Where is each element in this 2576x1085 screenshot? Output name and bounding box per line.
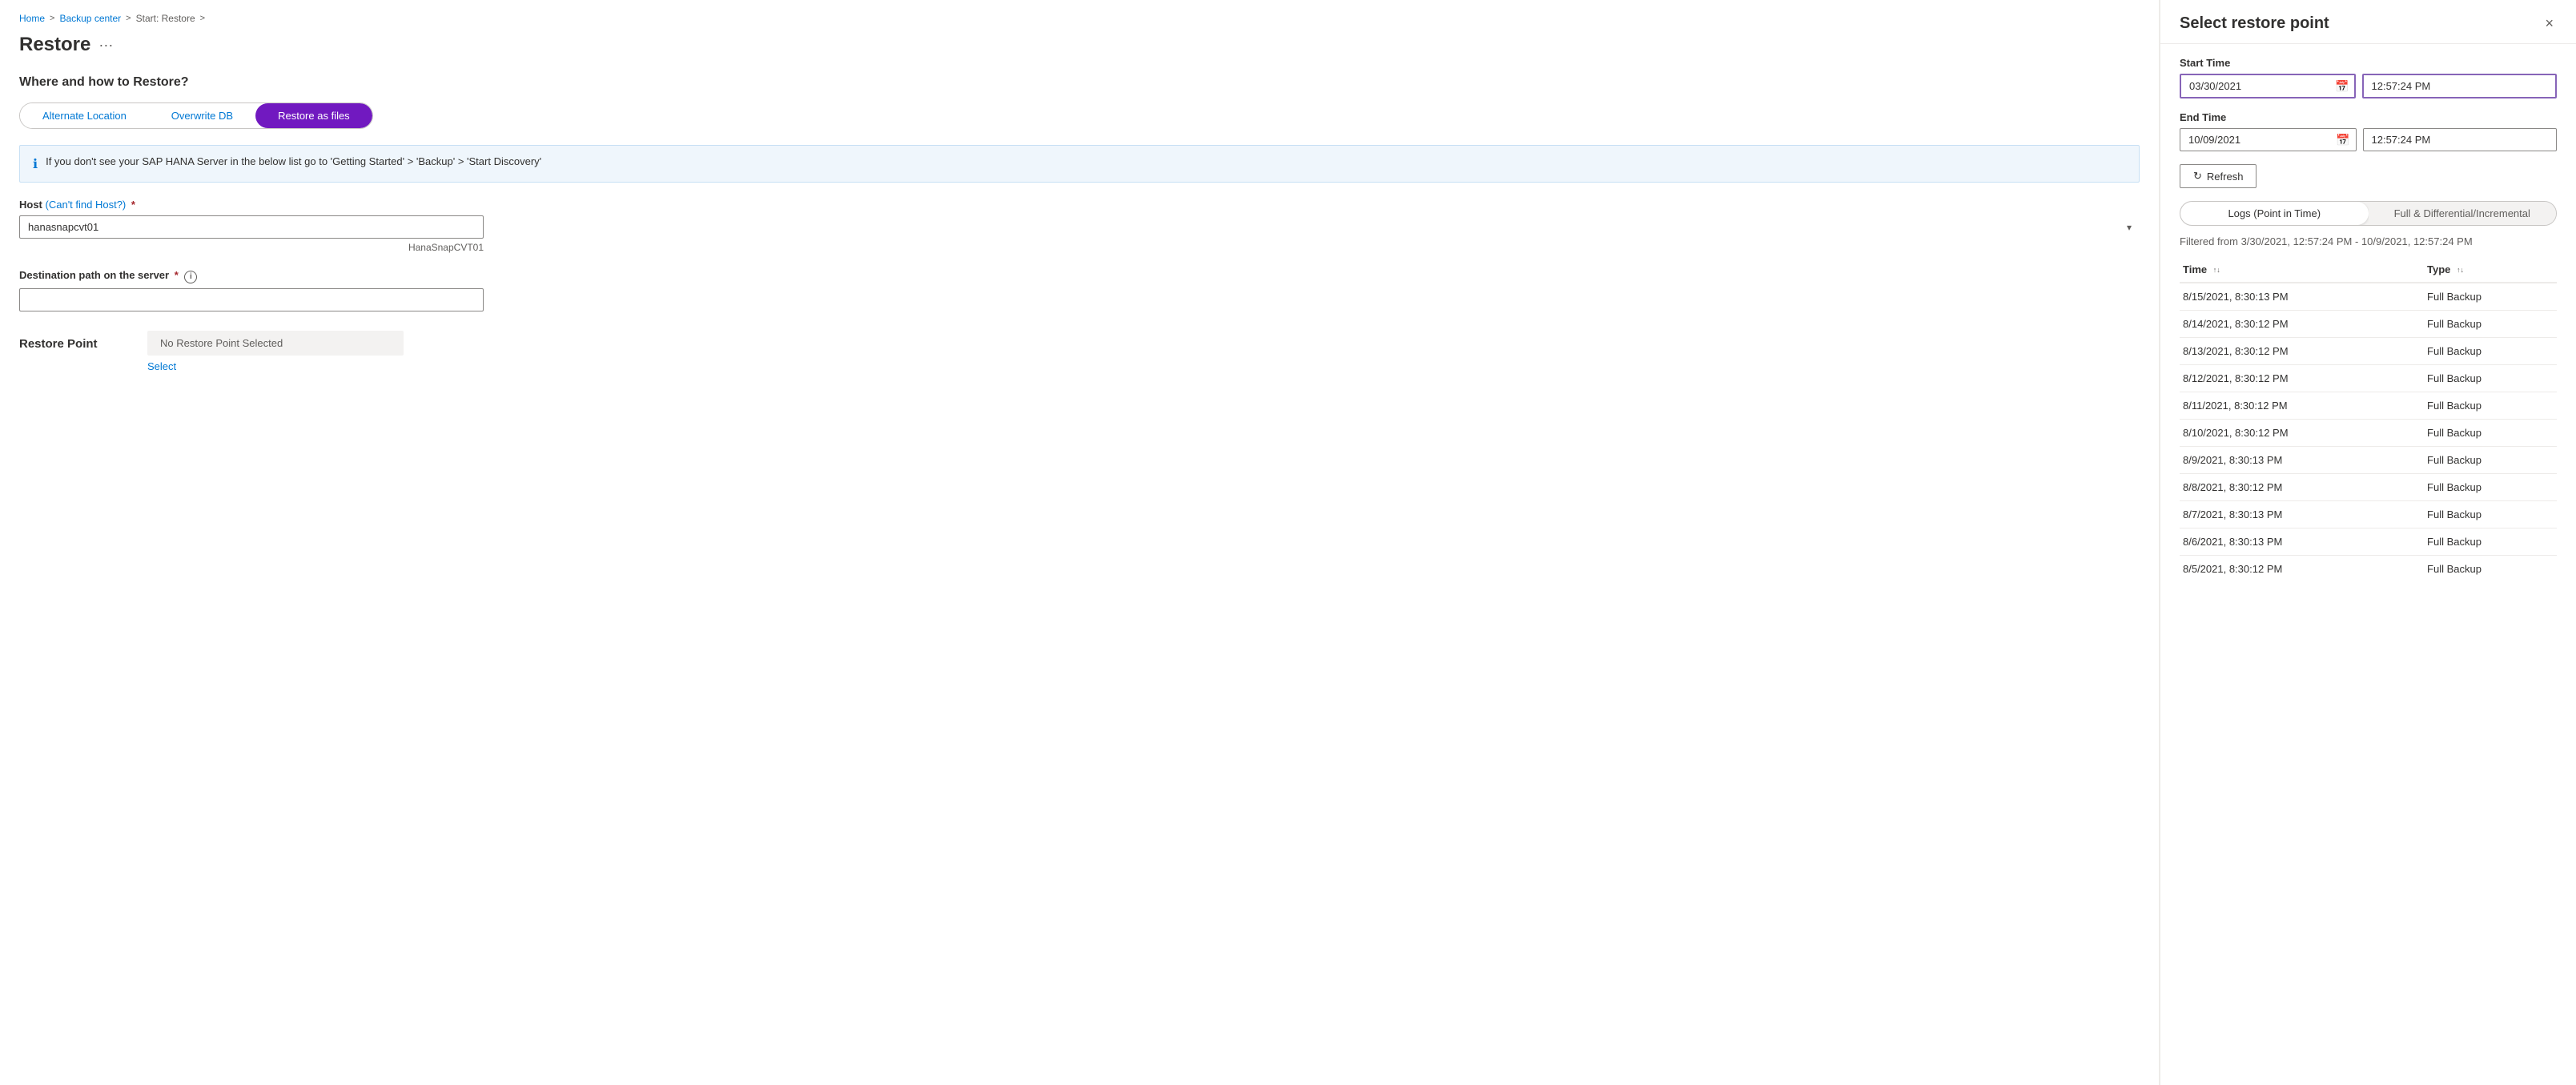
cell-type: Full Backup <box>2424 283 2557 311</box>
end-date-wrap: 📅 <box>2180 128 2357 151</box>
end-time-row: 📅 <box>2180 128 2557 151</box>
cell-time: 8/9/2021, 8:30:13 PM <box>2180 447 2424 474</box>
cell-type: Full Backup <box>2424 338 2557 365</box>
section-title: Where and how to Restore? <box>19 75 2140 90</box>
destination-required-indicator: * <box>175 269 179 281</box>
restore-point-value-group: No Restore Point Selected Select <box>147 331 404 372</box>
table-row[interactable]: 8/8/2021, 8:30:12 PMFull Backup <box>2180 474 2557 501</box>
right-panel-header: Select restore point × <box>2160 0 2576 44</box>
end-time-section: End Time 📅 <box>2180 111 2557 151</box>
host-field-group: Host (Can't find Host?) * hanasnapcvt01 … <box>19 199 2140 253</box>
start-time-row: 📅 <box>2180 74 2557 98</box>
tab-restore-as-files[interactable]: Restore as files <box>255 103 372 128</box>
cell-type: Full Backup <box>2424 392 2557 420</box>
right-panel: Select restore point × Start Time 📅 End … <box>2160 0 2576 1085</box>
cell-time: 8/13/2021, 8:30:12 PM <box>2180 338 2424 365</box>
info-text: If you don't see your SAP HANA Server in… <box>46 155 541 167</box>
col-type[interactable]: Type ↑↓ <box>2424 257 2557 283</box>
cell-time: 8/15/2021, 8:30:13 PM <box>2180 283 2424 311</box>
table-row[interactable]: 8/15/2021, 8:30:13 PMFull Backup <box>2180 283 2557 311</box>
breadcrumb-sep-1: > <box>50 14 54 23</box>
cell-time: 8/12/2021, 8:30:12 PM <box>2180 365 2424 392</box>
breadcrumb-current: Start: Restore <box>136 13 195 24</box>
start-date-input[interactable] <box>2180 74 2356 98</box>
cell-type: Full Backup <box>2424 528 2557 556</box>
host-dropdown[interactable]: hanasnapcvt01 <box>19 215 484 239</box>
cell-type: Full Backup <box>2424 365 2557 392</box>
table-row[interactable]: 8/14/2021, 8:30:12 PMFull Backup <box>2180 311 2557 338</box>
breadcrumb-sep-3: > <box>200 14 205 23</box>
tab-group: Alternate Location Overwrite DB Restore … <box>19 102 373 129</box>
cant-find-host-link[interactable]: (Can't find Host?) <box>46 199 127 211</box>
destination-info-icon[interactable]: i <box>184 271 197 283</box>
cell-type: Full Backup <box>2424 311 2557 338</box>
restore-point-label: Restore Point <box>19 331 131 351</box>
cell-type: Full Backup <box>2424 474 2557 501</box>
breadcrumb-sep-2: > <box>126 14 131 23</box>
cell-time: 8/6/2021, 8:30:13 PM <box>2180 528 2424 556</box>
table-row[interactable]: 8/7/2021, 8:30:13 PMFull Backup <box>2180 501 2557 528</box>
end-time-input[interactable] <box>2363 128 2558 151</box>
table-row[interactable]: 8/5/2021, 8:30:12 PMFull Backup <box>2180 556 2557 583</box>
table-row[interactable]: 8/6/2021, 8:30:13 PMFull Backup <box>2180 528 2557 556</box>
table-row[interactable]: 8/13/2021, 8:30:12 PMFull Backup <box>2180 338 2557 365</box>
restore-point-section: Restore Point No Restore Point Selected … <box>19 331 2140 372</box>
page-title-menu[interactable]: ··· <box>98 37 113 54</box>
destination-input[interactable] <box>19 288 484 311</box>
toggle-full[interactable]: Full & Differential/Incremental <box>2369 202 2557 225</box>
host-required-indicator: * <box>131 199 135 211</box>
cell-time: 8/5/2021, 8:30:12 PM <box>2180 556 2424 583</box>
restore-points-table: Time ↑↓ Type ↑↓ 8/15/2021, 8:30:13 PMFul… <box>2180 257 2557 582</box>
table-row[interactable]: 8/10/2021, 8:30:12 PMFull Backup <box>2180 420 2557 447</box>
cell-time: 8/8/2021, 8:30:12 PM <box>2180 474 2424 501</box>
dropdown-arrow-icon: ▾ <box>2127 222 2132 233</box>
info-icon: ℹ <box>33 156 38 172</box>
cell-time: 8/11/2021, 8:30:12 PM <box>2180 392 2424 420</box>
cell-time: 8/14/2021, 8:30:12 PM <box>2180 311 2424 338</box>
cell-type: Full Backup <box>2424 420 2557 447</box>
left-panel: Home > Backup center > Start: Restore > … <box>0 0 2160 1085</box>
end-date-input[interactable] <box>2180 128 2357 151</box>
time-sort-icon: ↑↓ <box>2213 267 2220 274</box>
refresh-button[interactable]: ↻ Refresh <box>2180 164 2257 188</box>
info-box: ℹ If you don't see your SAP HANA Server … <box>19 145 2140 183</box>
host-label: Host (Can't find Host?) * <box>19 199 2140 211</box>
start-time-label: Start Time <box>2180 57 2557 69</box>
destination-field-group: Destination path on the server * i <box>19 269 2140 311</box>
restore-point-select-link[interactable]: Select <box>147 360 404 372</box>
end-time-label: End Time <box>2180 111 2557 123</box>
col-time[interactable]: Time ↑↓ <box>2180 257 2424 283</box>
start-time-input[interactable] <box>2362 74 2558 98</box>
breadcrumb-backup-center[interactable]: Backup center <box>59 13 121 24</box>
right-panel-body: Start Time 📅 End Time 📅 ↻ <box>2160 44 2576 1085</box>
breadcrumb-home[interactable]: Home <box>19 13 45 24</box>
right-panel-title: Select restore point <box>2180 14 2329 33</box>
destination-label: Destination path on the server * i <box>19 269 2140 283</box>
table-row[interactable]: 8/12/2021, 8:30:12 PMFull Backup <box>2180 365 2557 392</box>
start-date-wrap: 📅 <box>2180 74 2356 98</box>
restore-point-value: No Restore Point Selected <box>147 331 404 356</box>
type-sort-icon: ↑↓ <box>2457 267 2464 274</box>
cell-type: Full Backup <box>2424 556 2557 583</box>
refresh-label: Refresh <box>2207 171 2244 183</box>
cell-type: Full Backup <box>2424 447 2557 474</box>
toggle-group: Logs (Point in Time) Full & Differential… <box>2180 201 2557 226</box>
table-row[interactable]: 8/11/2021, 8:30:12 PMFull Backup <box>2180 392 2557 420</box>
cell-type: Full Backup <box>2424 501 2557 528</box>
close-button[interactable]: × <box>2542 13 2557 34</box>
refresh-icon: ↻ <box>2193 170 2202 183</box>
start-time-section: Start Time 📅 <box>2180 57 2557 98</box>
filter-text: Filtered from 3/30/2021, 12:57:24 PM - 1… <box>2180 235 2557 247</box>
tab-alternate-location[interactable]: Alternate Location <box>20 103 149 128</box>
tab-overwrite-db[interactable]: Overwrite DB <box>149 103 255 128</box>
host-hint: HanaSnapCVT01 <box>19 242 484 253</box>
host-dropdown-wrap: hanasnapcvt01 ▾ <box>19 215 2140 239</box>
table-row[interactable]: 8/9/2021, 8:30:13 PMFull Backup <box>2180 447 2557 474</box>
toggle-logs[interactable]: Logs (Point in Time) <box>2180 202 2369 225</box>
cell-time: 8/7/2021, 8:30:13 PM <box>2180 501 2424 528</box>
page-title-row: Restore ··· <box>19 34 2140 56</box>
page-title: Restore <box>19 34 90 56</box>
cell-time: 8/10/2021, 8:30:12 PM <box>2180 420 2424 447</box>
breadcrumb: Home > Backup center > Start: Restore > <box>19 13 2140 24</box>
